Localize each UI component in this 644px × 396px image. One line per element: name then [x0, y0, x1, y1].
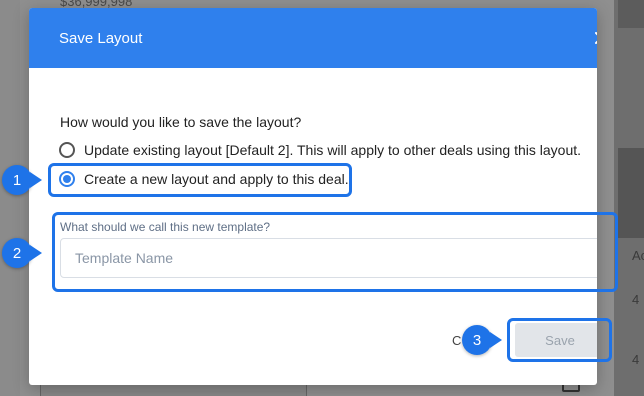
background-thumbnail	[618, 0, 644, 28]
step-badge: 2	[2, 238, 32, 268]
step-pointer-icon	[30, 245, 42, 261]
background-text: 4	[632, 352, 640, 367]
cancel-button[interactable]: C	[452, 333, 461, 348]
layout-question: How would you like to save the layout?	[60, 114, 302, 130]
dialog-header: Save Layout	[29, 8, 597, 68]
option-create-new[interactable]: Create a new layout and apply to this de…	[59, 171, 349, 187]
close-button[interactable]	[589, 26, 597, 50]
option-update-existing[interactable]: Update existing layout [Default 2]. This…	[59, 142, 581, 158]
close-icon	[595, 32, 597, 44]
background-thumbnail	[618, 148, 644, 238]
option-label: Create a new layout and apply to this de…	[84, 171, 349, 187]
step-badge: 1	[2, 165, 32, 195]
background-text: Ac	[632, 248, 644, 263]
save-layout-dialog: Save Layout How would you like to save t…	[29, 8, 597, 385]
step-badge: 3	[462, 325, 492, 355]
dialog-title: Save Layout	[59, 30, 143, 47]
radio-create-new[interactable]	[59, 171, 75, 187]
step-pointer-icon	[490, 332, 502, 348]
radio-update-existing[interactable]	[59, 142, 75, 158]
template-name-label: What should we call this new template?	[60, 220, 271, 234]
template-name-input[interactable]	[60, 238, 597, 278]
step-pointer-icon	[30, 172, 42, 188]
option-label: Update existing layout [Default 2]. This…	[84, 142, 582, 158]
background-text: 4	[632, 292, 640, 307]
background-bottom-bar	[40, 384, 307, 396]
save-button[interactable]: Save	[515, 323, 597, 357]
